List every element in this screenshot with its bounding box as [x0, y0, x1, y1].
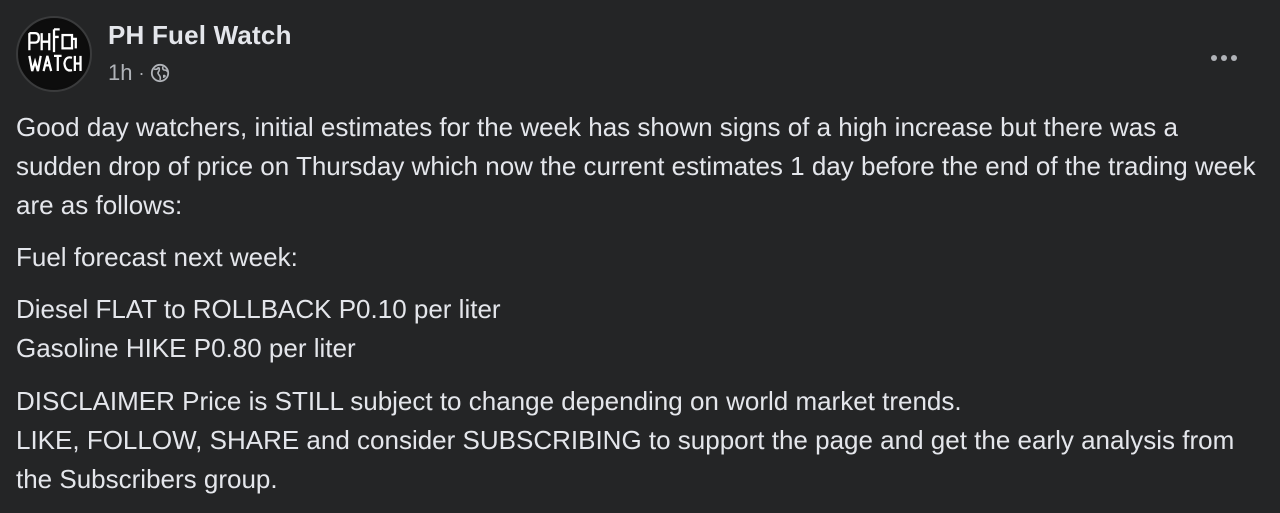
globe-icon[interactable]	[150, 63, 170, 83]
more-options-icon[interactable]	[1200, 38, 1248, 78]
post-text: Fuel forecast next week:	[16, 242, 298, 272]
post-timestamp[interactable]: 1h	[108, 60, 132, 86]
post-body: Good day watchers, initial estimates for…	[16, 108, 1266, 512]
page-name[interactable]: PH Fuel Watch	[108, 20, 292, 51]
diesel-forecast: Diesel FLAT to ROLLBACK P0.10 per liter	[16, 294, 501, 324]
disclaimer-text: DISCLAIMER Price is STILL subject to cha…	[16, 386, 962, 416]
post-paragraph-disclaimer: DISCLAIMER Price is STILL subject to cha…	[16, 382, 1266, 499]
gasoline-forecast: Gasoline HIKE P0.80 per liter	[16, 333, 356, 363]
post-card: PH Fuel Watch 1h · Good day watchers, in…	[0, 0, 1280, 513]
post-paragraph-forecast: Diesel FLAT to ROLLBACK P0.10 per liter …	[16, 290, 1266, 368]
post-meta: 1h ·	[108, 60, 170, 86]
meta-separator: ·	[138, 62, 145, 83]
post-text: Good day watchers, initial estimates for…	[16, 112, 1256, 220]
page-avatar[interactable]	[16, 16, 92, 92]
ph-fuel-watch-logo	[19, 19, 89, 89]
call-to-action-text: LIKE, FOLLOW, SHARE and consider SUBSCRI…	[16, 425, 1235, 494]
post-paragraph-intro: Good day watchers, initial estimates for…	[16, 108, 1266, 225]
post-paragraph-forecast-heading: Fuel forecast next week:	[16, 238, 1266, 277]
post-header: PH Fuel Watch 1h ·	[16, 16, 1264, 92]
